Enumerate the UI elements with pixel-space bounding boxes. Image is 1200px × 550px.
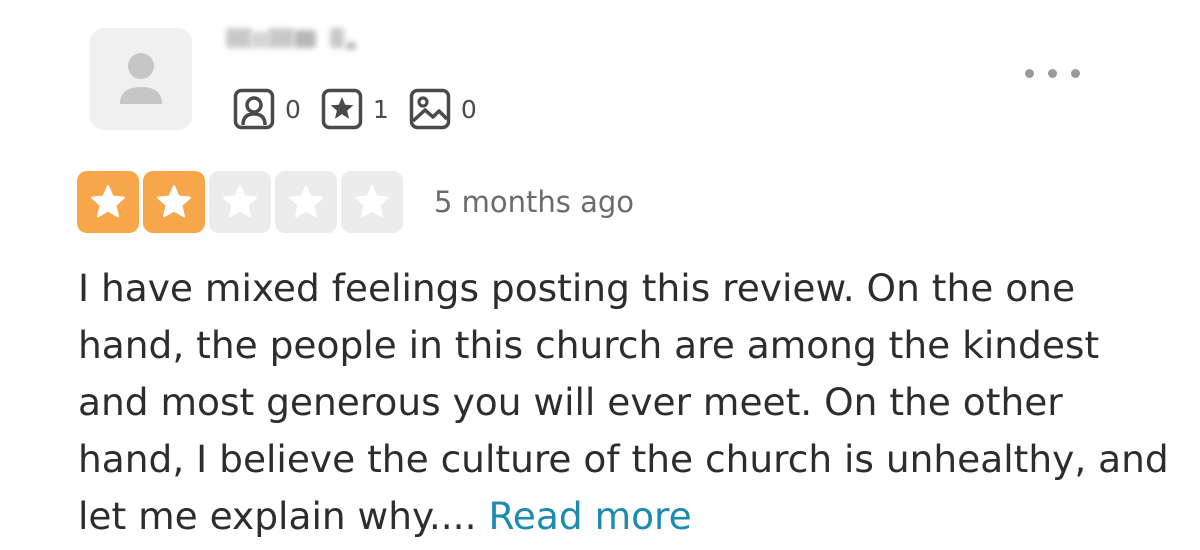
reviews-stat: 1 xyxy=(321,88,389,130)
reviews-count: 1 xyxy=(372,94,389,124)
star-icon xyxy=(157,185,191,218)
friends-count: 0 xyxy=(285,94,301,124)
star-filled xyxy=(143,171,205,233)
photos-count: 0 xyxy=(460,94,477,124)
friends-stat: 0 xyxy=(233,88,301,130)
star-icon xyxy=(91,185,125,218)
rating-row: 5 months ago xyxy=(77,171,634,233)
star-filled xyxy=(77,171,139,233)
star-empty xyxy=(341,171,403,233)
star-icon xyxy=(289,185,323,218)
reviews-star-icon xyxy=(321,88,363,130)
star-icon xyxy=(223,185,257,218)
star-empty xyxy=(275,171,337,233)
star-icon xyxy=(355,185,389,218)
more-options-icon xyxy=(1024,68,1034,78)
user-name-redacted[interactable] xyxy=(222,22,362,54)
photos-stat: 0 xyxy=(409,88,477,130)
friends-icon xyxy=(233,88,275,130)
more-options-button[interactable] xyxy=(1012,60,1092,86)
review-card: 0 1 0 5 months ago I have mixed feelings… xyxy=(0,0,1200,550)
user-avatar[interactable] xyxy=(90,28,192,130)
default-user-avatar-icon xyxy=(120,53,162,104)
star-rating xyxy=(77,171,407,233)
user-stats: 0 1 0 xyxy=(233,88,497,130)
review-date: 5 months ago xyxy=(434,185,635,219)
photos-icon xyxy=(409,88,451,130)
star-empty xyxy=(209,171,271,233)
review-text: I have mixed feelings posting this revie… xyxy=(78,260,1178,545)
read-more-link[interactable]: Read more xyxy=(488,494,691,538)
